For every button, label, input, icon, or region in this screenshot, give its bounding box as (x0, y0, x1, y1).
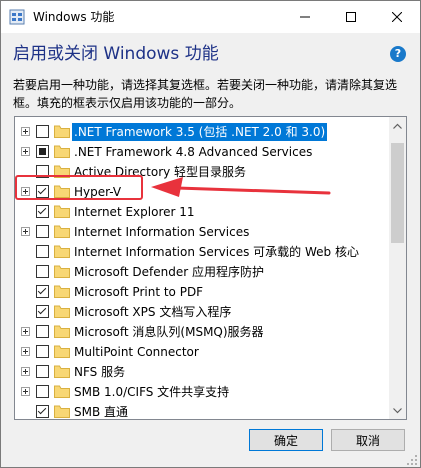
scroll-down-button[interactable] (389, 402, 406, 419)
feature-item[interactable]: .NET Framework 4.8 Advanced Services (15, 142, 389, 162)
ok-button[interactable]: 确定 (249, 429, 323, 451)
feature-item[interactable]: Internet Explorer 11 (15, 202, 389, 222)
scroll-up-button[interactable] (389, 117, 406, 134)
title-bar[interactable]: Windows 功能 (1, 1, 420, 33)
vertical-scrollbar[interactable] (389, 117, 406, 419)
feature-checkbox[interactable] (36, 125, 49, 138)
folder-icon (54, 205, 70, 218)
expand-toggle-icon[interactable] (21, 127, 30, 136)
feature-label: NFS 服务 (74, 365, 126, 379)
feature-checkbox[interactable] (36, 365, 49, 378)
folder-icon (54, 345, 70, 358)
scroll-thumb[interactable] (391, 143, 404, 243)
feature-item[interactable]: Microsoft XPS 文档写入程序 (15, 302, 389, 322)
feature-checkbox[interactable] (36, 285, 49, 298)
feature-item[interactable]: NFS 服务 (15, 362, 389, 382)
feature-checkbox[interactable] (36, 405, 49, 418)
feature-label: Microsoft 消息队列(MSMQ)服务器 (74, 325, 264, 339)
feature-label: Internet Information Services (74, 225, 250, 239)
minimize-button[interactable] (282, 1, 328, 33)
window-title: Windows 功能 (33, 10, 115, 24)
feature-checkbox[interactable] (36, 305, 49, 318)
feature-item[interactable]: MultiPoint Connector (15, 342, 389, 362)
feature-item[interactable]: Internet Information Services 可承载的 Web 核… (15, 242, 389, 262)
feature-item[interactable]: SMB 1.0/CIFS 文件共享支持 (15, 382, 389, 402)
maximize-icon (346, 12, 356, 22)
feature-item[interactable]: .NET Framework 3.5 (包括 .NET 2.0 和 3.0) (15, 122, 389, 142)
feature-label: Internet Information Services 可承载的 Web 核… (74, 245, 359, 259)
chevron-down-icon (393, 407, 402, 413)
maximize-button[interactable] (328, 1, 374, 33)
feature-checkbox[interactable] (36, 205, 49, 218)
folder-icon (54, 405, 70, 418)
folder-icon (54, 385, 70, 398)
resize-grip-icon[interactable] (407, 455, 417, 465)
expand-toggle-icon[interactable] (21, 347, 30, 356)
feature-checkbox[interactable] (36, 345, 49, 358)
expand-toggle-icon[interactable] (21, 227, 30, 236)
windows-features-dialog: Windows 功能 启用或关闭 Windows 功能 ? 若要启用一种功能，请… (0, 0, 421, 468)
annotation-highlight-box (15, 175, 143, 200)
feature-item[interactable]: Internet Information Services (15, 222, 389, 242)
feature-item[interactable]: Microsoft Print to PDF (15, 282, 389, 302)
folder-icon (54, 245, 70, 258)
feature-checkbox[interactable] (36, 265, 49, 278)
windows-features-icon (9, 9, 25, 25)
page-heading: 启用或关闭 Windows 功能 (13, 44, 219, 64)
folder-icon (54, 325, 70, 338)
feature-label: Internet Explorer 11 (74, 205, 195, 219)
feature-checkbox[interactable] (36, 225, 49, 238)
feature-label: SMB 1.0/CIFS 文件共享支持 (74, 385, 230, 399)
minimize-icon (300, 16, 310, 18)
feature-label: Microsoft Defender 应用程序防护 (74, 265, 265, 279)
feature-label: MultiPoint Connector (74, 345, 199, 359)
feature-checkbox[interactable] (36, 245, 49, 258)
expand-toggle-icon[interactable] (21, 367, 30, 376)
folder-icon (54, 285, 70, 298)
feature-checkbox[interactable] (36, 385, 49, 398)
help-icon[interactable]: ? (390, 46, 406, 62)
feature-checkbox[interactable] (36, 145, 49, 158)
feature-item[interactable]: Microsoft Defender 应用程序防护 (15, 262, 389, 282)
feature-item[interactable]: Microsoft 消息队列(MSMQ)服务器 (15, 322, 389, 342)
feature-checkbox[interactable] (36, 325, 49, 338)
close-button[interactable] (374, 1, 420, 33)
feature-label: .NET Framework 3.5 (包括 .NET 2.0 和 3.0) (72, 123, 328, 141)
cancel-button[interactable]: 取消 (331, 429, 405, 451)
feature-label: SMB 直通 (74, 405, 129, 419)
folder-icon (54, 125, 70, 138)
expand-toggle-icon[interactable] (21, 387, 30, 396)
chevron-up-icon (393, 123, 402, 129)
close-icon (392, 12, 402, 22)
features-tree[interactable]: .NET Framework 3.5 (包括 .NET 2.0 和 3.0) .N… (14, 116, 407, 420)
folder-icon (54, 265, 70, 278)
feature-label: Microsoft XPS 文档写入程序 (74, 305, 232, 319)
expand-toggle-icon[interactable] (21, 147, 30, 156)
folder-icon (54, 365, 70, 378)
feature-label: .NET Framework 4.8 Advanced Services (74, 145, 313, 159)
annotation-arrow-icon (151, 177, 331, 197)
folder-icon (54, 225, 70, 238)
expand-toggle-icon[interactable] (21, 327, 30, 336)
feature-label: Microsoft Print to PDF (74, 285, 204, 299)
description-text: 若要启用一种功能，请选择其复选框。若要关闭一种功能，请清除其复选框。填充的框表示… (13, 78, 398, 110)
folder-icon (54, 305, 70, 318)
folder-icon (54, 145, 70, 158)
feature-item[interactable]: SMB 直通 (15, 402, 389, 419)
